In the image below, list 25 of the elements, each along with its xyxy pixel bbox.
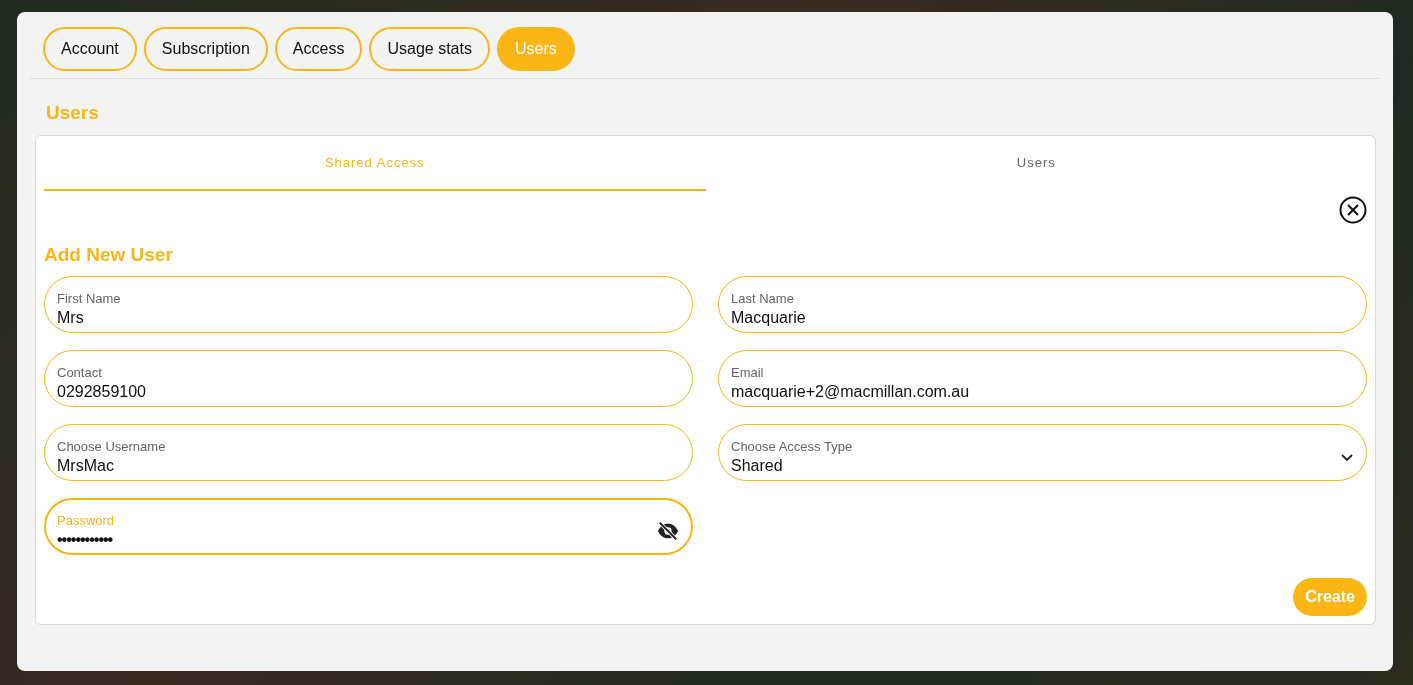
- eye-slash-icon[interactable]: [657, 519, 679, 542]
- field-value: MrsMac: [57, 456, 114, 475]
- field-label: First Name: [57, 290, 121, 306]
- input-field[interactable]: Email macquarie+2@macmillan.com.au: [718, 350, 1367, 407]
- form-title: Add New User: [44, 244, 174, 266]
- field-value: Macquarie: [731, 308, 806, 327]
- tab[interactable]: Account: [43, 27, 137, 71]
- subtab[interactable]: Users: [705, 136, 1367, 191]
- field-label: Password: [57, 512, 115, 528]
- tab[interactable]: Access: [274, 27, 363, 71]
- field-value: 0292859100: [57, 382, 146, 401]
- field-label: Choose Access Type: [731, 438, 853, 454]
- field-value: macquarie+2@macmillan.com.au: [731, 382, 970, 401]
- field-label: Choose Username: [57, 438, 166, 454]
- field-label: Contact: [57, 364, 102, 380]
- field-label: Last Name: [731, 290, 794, 306]
- field-value: ••••••••••••: [57, 530, 113, 549]
- tab[interactable]: Usage stats: [369, 27, 490, 71]
- field-value: Shared: [731, 456, 783, 475]
- field-label: Email: [731, 364, 764, 380]
- section-title: Users: [46, 102, 100, 124]
- password-field[interactable]: Password ••••••••••••: [44, 498, 693, 555]
- field-value: Mrs: [57, 308, 84, 327]
- close-icon[interactable]: [1339, 196, 1367, 224]
- tab[interactable]: Subscription: [143, 27, 268, 71]
